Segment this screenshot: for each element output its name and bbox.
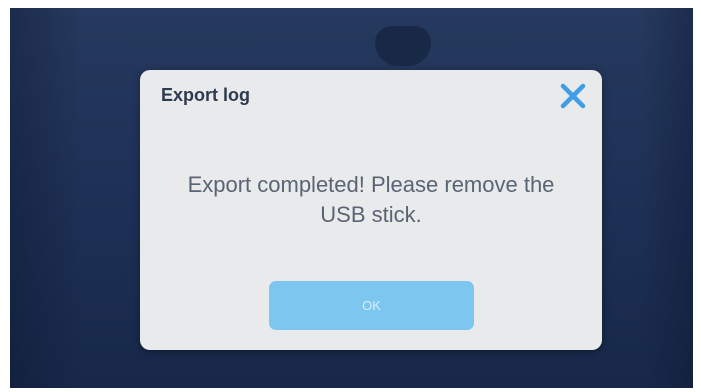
- device-screen: Export log Export completed! Please remo…: [10, 8, 693, 388]
- ok-button[interactable]: OK: [269, 281, 474, 330]
- close-icon: [560, 83, 586, 109]
- dialog-title: Export log: [161, 85, 250, 105]
- screen-shade-left: [10, 8, 80, 388]
- background-heart-icon: [375, 26, 431, 66]
- export-log-dialog: Export log Export completed! Please remo…: [140, 70, 602, 350]
- dialog-message: Export completed! Please remove the USB …: [187, 172, 555, 227]
- close-button[interactable]: [556, 79, 590, 113]
- screen-shade-right: [643, 8, 693, 388]
